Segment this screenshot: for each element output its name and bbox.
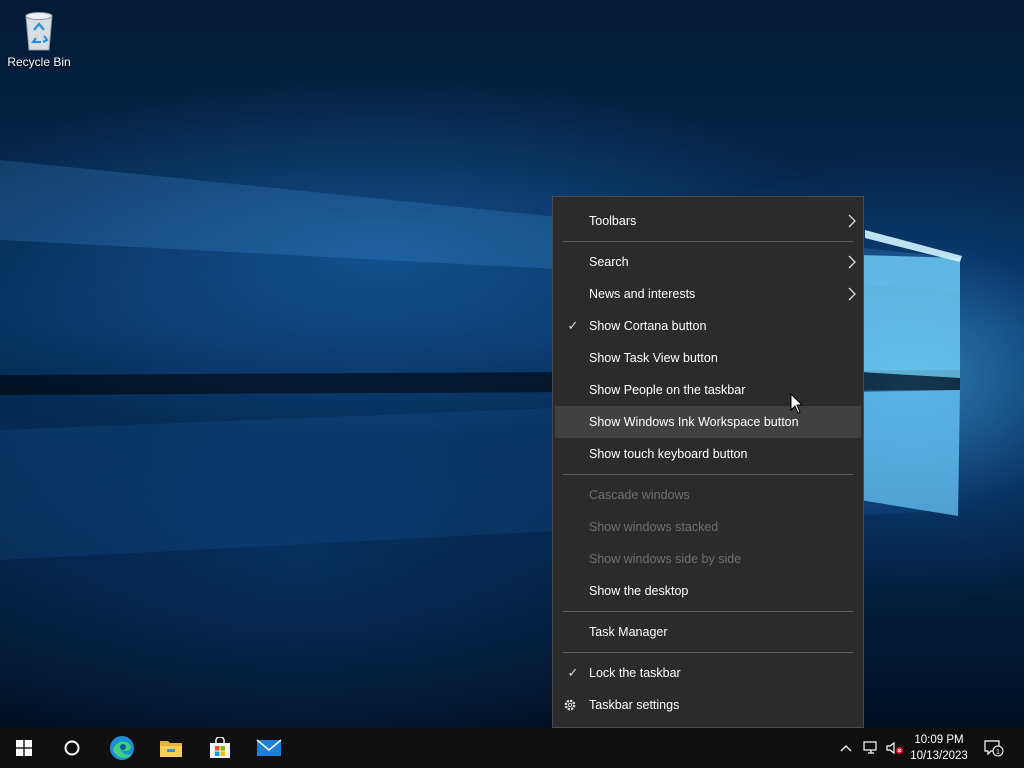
menu-separator (563, 474, 853, 475)
store-icon (210, 737, 230, 758)
recycle-bin-icon (25, 12, 53, 51)
network-tray-button[interactable] (860, 728, 882, 768)
menu-item-show-people-on-the-taskbar[interactable]: Show People on the taskbar (555, 374, 861, 406)
store-taskbar-button[interactable] (196, 728, 244, 768)
cortana-icon (64, 740, 80, 756)
cortana-button[interactable] (48, 728, 96, 768)
menu-item-label: Lock the taskbar (589, 666, 681, 680)
menu-item-label: Show windows side by side (589, 552, 742, 566)
menu-item-label: Cascade windows (589, 488, 690, 502)
edge-icon (110, 736, 134, 760)
mouse-cursor-icon (790, 393, 804, 414)
menu-item-label: Task Manager (589, 625, 668, 639)
menu-item-label: Show touch keyboard button (589, 447, 748, 461)
file-explorer-taskbar-button[interactable] (147, 728, 195, 768)
menu-item-label: Show Windows Ink Workspace button (589, 415, 799, 429)
menu-separator (563, 241, 853, 242)
chevron-right-icon (848, 287, 856, 301)
taskbar-context-menu: Toolbars Search News and interests ✓ Show Co… (552, 196, 864, 728)
menu-item-label: Search (589, 255, 629, 269)
checkmark-icon: ✓ (567, 665, 579, 680)
menu-separator (563, 652, 853, 653)
notification-icon: 1 (984, 740, 1004, 757)
taskbar: 10:09 PM 10/13/2023 1 (0, 728, 1024, 768)
menu-item-cascade-windows: Cascade windows (555, 479, 861, 511)
menu-item-show-windows-ink-workspace-button[interactable]: Show Windows Ink Workspace button (555, 406, 861, 438)
chevron-up-icon (840, 745, 852, 752)
mail-icon (256, 739, 282, 756)
edge-taskbar-button[interactable] (98, 728, 146, 768)
menu-item-label: Show Task View button (589, 351, 718, 365)
menu-item-show-windows-stacked: Show windows stacked (555, 511, 861, 543)
network-icon (863, 741, 877, 754)
menu-separator (563, 611, 853, 612)
menu-item-label: Taskbar settings (589, 698, 680, 712)
menu-item-label: Show Cortana button (589, 319, 707, 333)
menu-item-show-touch-keyboard-button[interactable]: Show touch keyboard button (555, 438, 861, 470)
start-icon (16, 740, 32, 756)
file-explorer-icon (160, 741, 182, 757)
show-hidden-icons-button[interactable] (836, 728, 856, 768)
checkmark-icon: ✓ (567, 318, 579, 333)
action-center-button[interactable]: 1 (980, 728, 1008, 768)
recycle-bin-label: Recycle Bin (7, 55, 71, 69)
recycle-bin-shortcut[interactable]: Recycle Bin (6, 6, 72, 69)
chevron-right-icon (848, 214, 856, 228)
gear-icon (564, 699, 576, 711)
menu-item-label: Toolbars (589, 214, 637, 228)
menu-item-show-cortana-button[interactable]: ✓ Show Cortana button (555, 310, 861, 342)
menu-item-task-manager[interactable]: Task Manager (555, 616, 861, 648)
menu-item-taskbar-settings[interactable]: Taskbar settings (555, 689, 861, 721)
start-button[interactable] (0, 728, 48, 768)
clock-time: 10:09 PM (914, 734, 964, 746)
menu-item-show-task-view-button[interactable]: Show Task View button (555, 342, 861, 374)
menu-item-label: Show windows stacked (589, 520, 719, 534)
menu-item-toolbars[interactable]: Toolbars (555, 205, 861, 237)
clock-date: 10/13/2023 (910, 750, 968, 762)
menu-item-lock-the-taskbar[interactable]: ✓ Lock the taskbar (555, 657, 861, 689)
chevron-right-icon (848, 255, 856, 269)
notification-count: 1 (996, 749, 1000, 756)
menu-item-show-windows-side-by-side: Show windows side by side (555, 543, 861, 575)
taskbar-clock[interactable]: 10:09 PM 10/13/2023 (902, 732, 976, 764)
menu-item-label: Show the desktop (589, 584, 689, 598)
menu-item-label: Show People on the taskbar (589, 383, 746, 397)
menu-item-news-and-interests[interactable]: News and interests (555, 278, 861, 310)
menu-item-label: News and interests (589, 287, 696, 301)
menu-item-search[interactable]: Search (555, 246, 861, 278)
menu-item-show-the-desktop[interactable]: Show the desktop (555, 575, 861, 607)
mail-taskbar-button[interactable] (245, 728, 293, 768)
wallpaper-beams (0, 160, 962, 560)
desktop-background: Recycle Bin (0, 0, 1024, 728)
